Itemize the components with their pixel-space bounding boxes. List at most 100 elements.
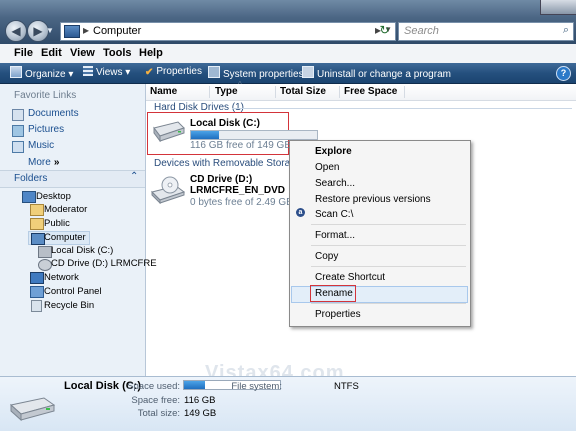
- user-folder-icon: [30, 204, 44, 216]
- cd-drive-free-text: 0 bytes free of 2.49 GB: [190, 197, 293, 208]
- column-divider[interactable]: [275, 86, 276, 98]
- back-button[interactable]: ◀: [5, 20, 27, 42]
- favorite-documents-label: Documents: [28, 108, 79, 119]
- computer-icon: [64, 25, 80, 38]
- organize-icon: [10, 66, 22, 78]
- folders-title: Folders: [14, 173, 48, 184]
- tree-cd-drive-label: CD Drive (D:) LRMCFRE: [51, 258, 157, 269]
- local-disk-usage-bar: [190, 130, 318, 140]
- tree-network-label: Network: [44, 272, 79, 283]
- address-bar[interactable]: ▸ Computer ▸ ▼: [60, 22, 396, 41]
- menu-restore-previous-versions[interactable]: Restore previous versions: [315, 194, 431, 205]
- folder-icon: [30, 218, 44, 230]
- checkmark-icon: ✔: [145, 67, 154, 78]
- cd-drive-name[interactable]: CD Drive (D:): [190, 174, 252, 185]
- recycle-bin-icon: [31, 300, 42, 312]
- menu-open[interactable]: Open: [315, 162, 339, 173]
- more-links[interactable]: More »: [28, 156, 59, 168]
- tree-local-disk-label: Local Disk (C:): [51, 245, 114, 256]
- menu-view[interactable]: View: [70, 47, 95, 59]
- column-divider[interactable]: [404, 86, 405, 98]
- uninstall-button[interactable]: Uninstall or change a program: [302, 66, 451, 80]
- cd-drive-label[interactable]: LRMCFRE_EN_DVD: [190, 185, 285, 196]
- favorite-links-title: Favorite Links: [14, 90, 77, 101]
- antivirus-icon: a: [296, 208, 305, 217]
- properties-button[interactable]: ✔ Properties: [145, 66, 202, 78]
- cd-drive-icon[interactable]: [150, 176, 186, 204]
- organize-button[interactable]: Organize ▾: [10, 66, 73, 80]
- chevron-up-icon[interactable]: ⌃: [130, 171, 138, 182]
- properties-label: Properties: [156, 66, 202, 77]
- tree-moderator-label: Moderator: [44, 204, 88, 215]
- menu-rename[interactable]: Rename: [315, 288, 353, 299]
- forward-arrow-icon: ▶: [33, 24, 43, 38]
- column-free-space[interactable]: Free Space: [344, 86, 397, 97]
- menu-copy[interactable]: Copy: [315, 251, 338, 262]
- column-type[interactable]: Type: [215, 86, 238, 97]
- tree-control-panel-label: Control Panel: [44, 286, 102, 297]
- control-panel-icon: [30, 286, 44, 298]
- space-used-fill: [184, 381, 206, 389]
- menu-tools[interactable]: Tools: [103, 47, 132, 59]
- network-icon: [30, 272, 44, 284]
- back-arrow-icon: ◀: [11, 24, 21, 38]
- column-divider[interactable]: [209, 86, 210, 98]
- tree-recycle-bin-label: Recycle Bin: [44, 300, 95, 311]
- total-size-label: Total size:: [137, 408, 180, 419]
- menu-separator: [311, 224, 466, 225]
- favorite-music-label: Music: [28, 140, 55, 151]
- column-divider[interactable]: [339, 86, 340, 98]
- programs-icon: [302, 66, 314, 78]
- close-button[interactable]: [540, 0, 576, 15]
- menu-file[interactable]: File: [14, 47, 33, 59]
- menu-edit[interactable]: Edit: [41, 47, 62, 59]
- pictures-icon: [12, 125, 24, 137]
- system-properties-button[interactable]: System properties: [208, 66, 304, 80]
- views-button[interactable]: Views ▾: [83, 66, 130, 78]
- help-icon[interactable]: ?: [556, 66, 571, 81]
- usage-fill: [191, 131, 219, 139]
- tree-computer-label: Computer: [44, 232, 86, 243]
- double-chevron-icon: »: [53, 157, 60, 168]
- menu-properties[interactable]: Properties: [315, 309, 361, 320]
- music-icon: [12, 141, 24, 153]
- organize-label: Organize: [25, 69, 66, 80]
- documents-icon: [12, 109, 24, 121]
- search-icon[interactable]: ⌕: [563, 24, 569, 37]
- tree-desktop-label: Desktop: [36, 191, 71, 202]
- menu-explore[interactable]: Explore: [315, 146, 352, 157]
- search-input[interactable]: Search ⌕: [398, 22, 574, 41]
- menu-search[interactable]: Search...: [315, 178, 355, 189]
- menu-create-shortcut[interactable]: Create Shortcut: [315, 272, 385, 283]
- menu-help[interactable]: Help: [139, 47, 163, 59]
- tree-computer[interactable]: Computer: [28, 231, 90, 245]
- uninstall-label: Uninstall or change a program: [317, 69, 451, 80]
- recent-pages-dropdown[interactable]: ▼: [46, 26, 56, 36]
- menu-scan[interactable]: Scan C:\: [315, 209, 353, 220]
- desktop-icon: [22, 191, 36, 203]
- breadcrumb-separator-icon: ▸: [83, 23, 90, 37]
- hard-disk-icon: [9, 397, 56, 421]
- computer-icon: [31, 233, 45, 245]
- menu-format[interactable]: Format...: [315, 230, 355, 241]
- column-total-size[interactable]: Total Size: [280, 86, 326, 97]
- search-placeholder: Search: [404, 25, 439, 37]
- hard-disk-icon: [38, 246, 52, 258]
- filesystem-label: File system:: [231, 381, 282, 392]
- hard-disk-icon[interactable]: [152, 120, 186, 142]
- column-name[interactable]: Name: [150, 86, 177, 97]
- cd-drive-icon: [38, 259, 52, 271]
- menu-separator: [311, 245, 466, 246]
- system-properties-icon: [208, 66, 220, 78]
- system-properties-label: System properties: [223, 69, 304, 80]
- total-size-value: 149 GB: [184, 408, 217, 419]
- menu-separator: [311, 266, 466, 267]
- filesystem-value: NTFS: [334, 381, 359, 392]
- local-disk-free-text: 116 GB free of 149 GB: [190, 140, 291, 151]
- favorite-pictures-label: Pictures: [28, 124, 65, 135]
- local-disk-name[interactable]: Local Disk (C:): [190, 118, 260, 129]
- group-divider: [232, 108, 572, 109]
- address-text: Computer: [93, 25, 142, 37]
- more-label: More: [28, 157, 51, 168]
- refresh-icon[interactable]: ↻: [377, 23, 392, 38]
